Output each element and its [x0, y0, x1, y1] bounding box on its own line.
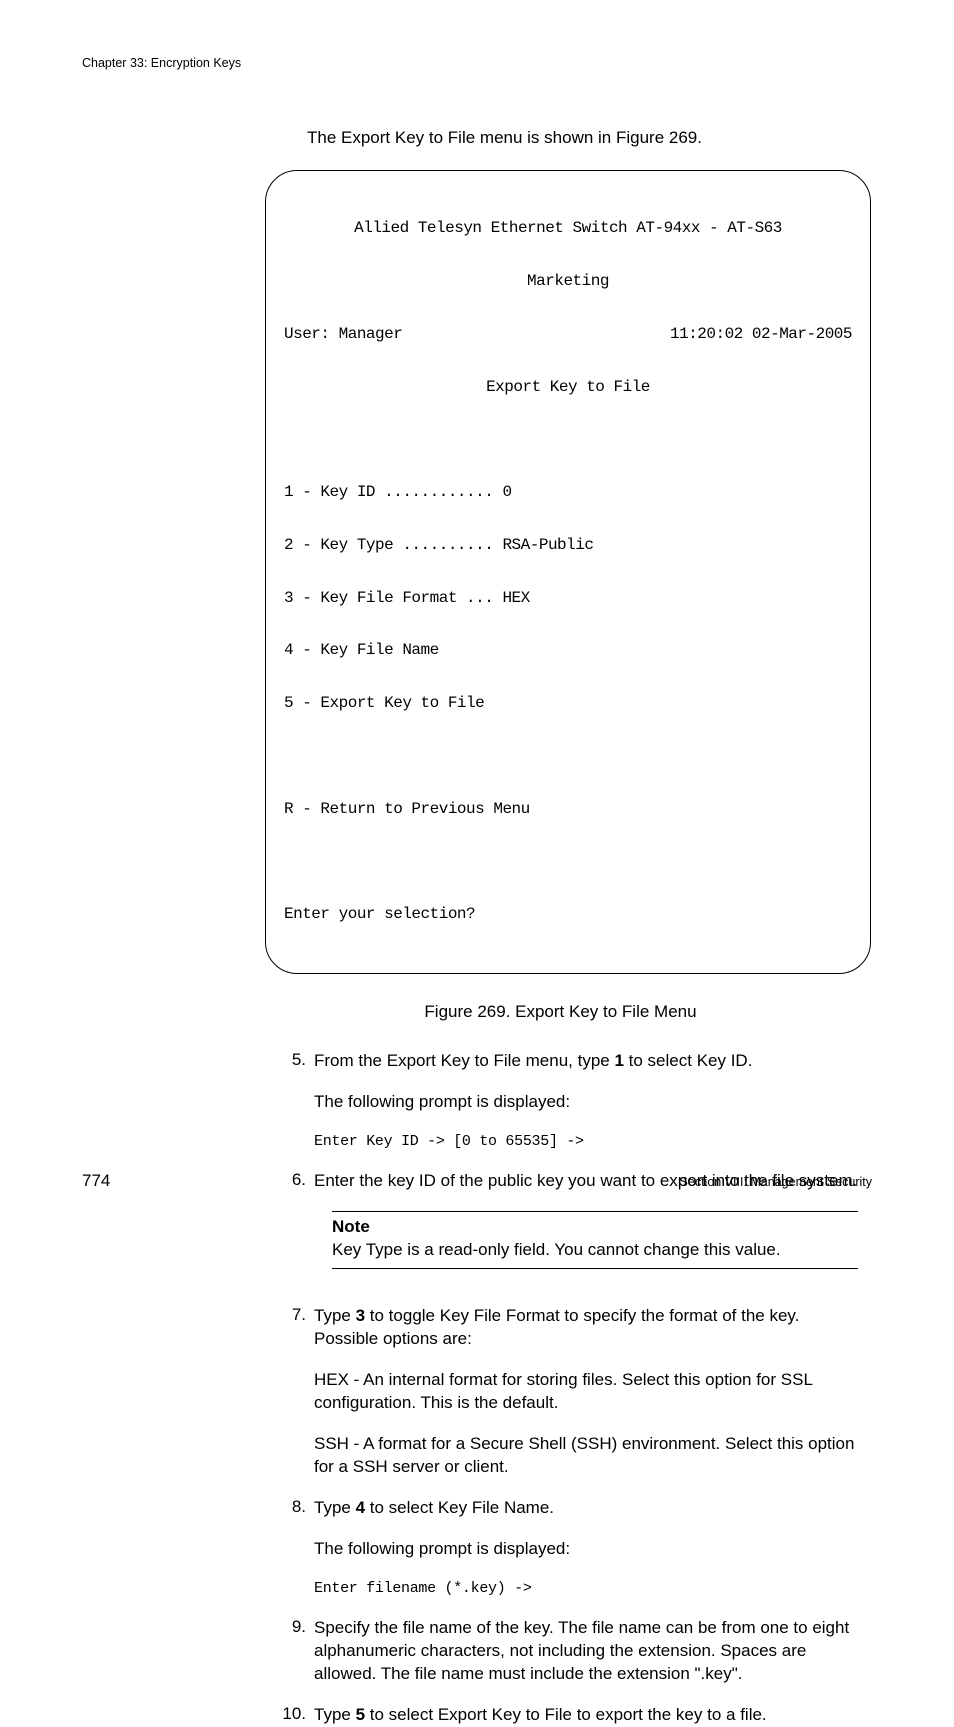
- text: HEX - An internal format for storing fil…: [314, 1369, 858, 1415]
- terminal-user: User: Manager: [284, 326, 402, 344]
- text: The following prompt is displayed:: [314, 1091, 858, 1114]
- terminal-prompt: Enter your selection?: [284, 906, 852, 924]
- figure-caption: Figure 269. Export Key to File Menu: [247, 1002, 874, 1022]
- terminal-frame: Allied Telesyn Ethernet Switch AT-94xx -…: [265, 170, 871, 974]
- step-body: Type 5 to select Export Key to File to e…: [314, 1704, 858, 1727]
- text: Specify the file name of the key. The fi…: [314, 1617, 858, 1686]
- page-number: 774: [82, 1171, 110, 1191]
- text: From the Export Key to File menu, type: [314, 1051, 614, 1070]
- steps-container: 5. From the Export Key to File menu, typ…: [278, 1050, 858, 1726]
- text-bold: 4: [356, 1498, 365, 1517]
- note-title: Note: [332, 1216, 858, 1239]
- note-body: Key Type is a read-only field. You canno…: [332, 1239, 858, 1262]
- note-block: Note Key Type is a read-only field. You …: [332, 1211, 858, 1269]
- chapter-header: Chapter 33: Encryption Keys: [82, 56, 872, 70]
- step-8: 8. Type 4 to select Key File Name. The f…: [278, 1497, 858, 1599]
- terminal-line-3: 3 - Key File Format ... HEX: [284, 590, 852, 608]
- text-bold: 5: [356, 1705, 365, 1724]
- step-number: 7.: [278, 1305, 314, 1479]
- step-body: Type 3 to toggle Key File Format to spec…: [314, 1305, 858, 1479]
- terminal-output: Enter filename (*.key) ->: [314, 1579, 858, 1599]
- text: to select Key File Name.: [365, 1498, 554, 1517]
- step-number: 5.: [278, 1050, 314, 1152]
- step-body: From the Export Key to File menu, type 1…: [314, 1050, 858, 1152]
- intro-paragraph: The Export Key to File menu is shown in …: [307, 128, 872, 148]
- step-body: Type 4 to select Key File Name. The foll…: [314, 1497, 858, 1599]
- text-bold: 1: [614, 1051, 623, 1070]
- terminal-timestamp: 11:20:02 02-Mar-2005: [670, 326, 852, 344]
- step-number: 8.: [278, 1497, 314, 1599]
- text-bold: 3: [356, 1306, 365, 1325]
- text: to toggle Key File Format to specify the…: [314, 1306, 799, 1348]
- terminal-output: Enter Key ID -> [0 to 65535] ->: [314, 1132, 858, 1152]
- section-label: Section VIII: Management Security: [680, 1175, 872, 1189]
- terminal-line-4: 4 - Key File Name: [284, 642, 852, 660]
- terminal-line-r: R - Return to Previous Menu: [284, 801, 852, 819]
- text: The following prompt is displayed:: [314, 1538, 858, 1561]
- step-body: Specify the file name of the key. The fi…: [314, 1617, 858, 1686]
- step-7: 7. Type 3 to toggle Key File Format to s…: [278, 1305, 858, 1479]
- terminal-blank: [284, 431, 852, 449]
- terminal-line-2: 2 - Key Type .......... RSA-Public: [284, 537, 852, 555]
- terminal-userline: User: Manager 11:20:02 02-Mar-2005: [284, 326, 852, 344]
- step-9: 9. Specify the file name of the key. The…: [278, 1617, 858, 1686]
- page-footer: 774 Section VIII: Management Security: [82, 1171, 872, 1191]
- step-number: 9.: [278, 1617, 314, 1686]
- text: SSH - A format for a Secure Shell (SSH) …: [314, 1433, 858, 1479]
- terminal-blank: [284, 748, 852, 766]
- terminal-banner-2: Marketing: [284, 273, 852, 291]
- terminal-line-1: 1 - Key ID ............ 0: [284, 484, 852, 502]
- text: Type: [314, 1705, 356, 1724]
- step-number: 10.: [278, 1704, 314, 1727]
- text: to select Export Key to File to export t…: [365, 1705, 767, 1724]
- terminal-banner-1: Allied Telesyn Ethernet Switch AT-94xx -…: [284, 220, 852, 238]
- step-10: 10. Type 5 to select Export Key to File …: [278, 1704, 858, 1727]
- page-root: Chapter 33: Encryption Keys The Export K…: [0, 0, 954, 1235]
- terminal-line-5: 5 - Export Key to File: [284, 695, 852, 713]
- text: Type: [314, 1498, 356, 1517]
- step-5: 5. From the Export Key to File menu, typ…: [278, 1050, 858, 1152]
- terminal-blank: [284, 854, 852, 872]
- text: Type: [314, 1306, 356, 1325]
- text: to select Key ID.: [624, 1051, 753, 1070]
- terminal-title: Export Key to File: [284, 379, 852, 397]
